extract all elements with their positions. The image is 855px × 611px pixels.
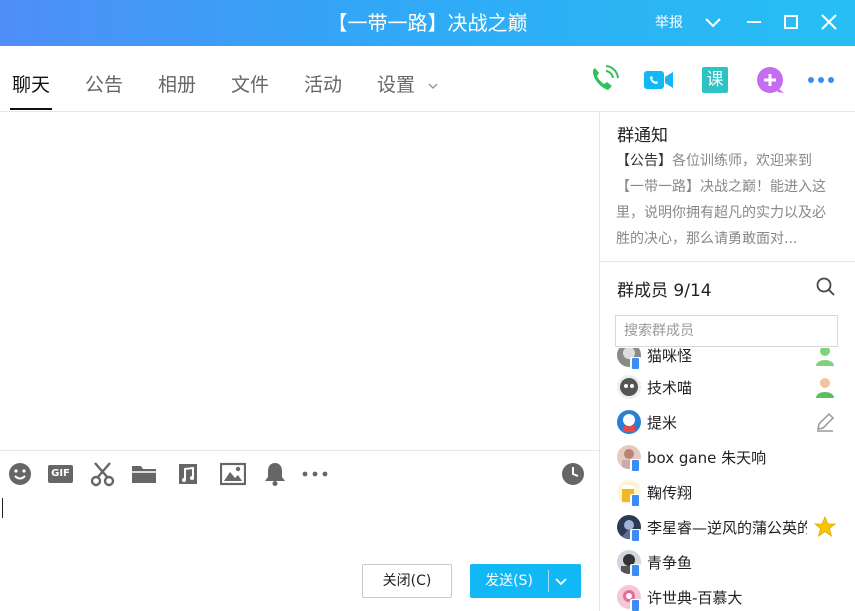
- group-members-title: 群成员 9/14: [617, 281, 712, 301]
- member-item[interactable]: 李星睿—逆风的蒲公英的: [600, 510, 855, 545]
- group-notice-title: 群通知: [617, 126, 668, 146]
- chevron-down-icon[interactable]: [554, 574, 568, 593]
- add-app-icon[interactable]: [755, 65, 789, 95]
- send-button-separator: [548, 570, 549, 592]
- message-input[interactable]: [2, 498, 3, 518]
- avatar: [617, 375, 641, 399]
- search-icon[interactable]: [815, 276, 837, 298]
- course-icon[interactable]: 课: [700, 65, 734, 95]
- image-icon[interactable]: [220, 461, 246, 487]
- member-name: 许世典-百慕大: [647, 589, 743, 607]
- member-name: 猫咪怪: [647, 348, 693, 365]
- member-item[interactable]: 提米: [600, 405, 855, 440]
- tab-bar: 聊天 公告 相册 文件 活动 设置 课: [0, 46, 855, 112]
- mobile-online-icon: [630, 357, 641, 371]
- video-call-icon[interactable]: [642, 65, 676, 95]
- send-button[interactable]: 发送(S): [470, 564, 581, 598]
- member-name: box gane 朱天响: [647, 449, 767, 467]
- screenshot-scissors-icon[interactable]: [90, 461, 116, 487]
- member-name: 李星睿—逆风的蒲公英的: [647, 519, 807, 537]
- tab-settings[interactable]: 设置: [377, 70, 439, 110]
- folder-icon[interactable]: [131, 461, 157, 487]
- chat-message-area[interactable]: [0, 112, 599, 450]
- music-icon[interactable]: [175, 461, 201, 487]
- avatar: [617, 410, 641, 434]
- course-icon-label: 课: [706, 70, 724, 90]
- send-button-label: 发送(S): [485, 573, 533, 589]
- member-name: 青争鱼: [647, 554, 693, 572]
- edit-pencil-icon[interactable]: [814, 411, 836, 433]
- member-list[interactable]: 猫咪怪 技术喵 提米 box gane 朱天响 鞠传翔 李星睿—逆风的蒲公英的 …: [600, 348, 855, 611]
- member-item[interactable]: 许世典-百慕大: [600, 580, 855, 611]
- phone-call-icon[interactable]: [587, 65, 621, 95]
- member-item[interactable]: 鞠传翔: [600, 475, 855, 510]
- close-icon[interactable]: [818, 11, 840, 33]
- member-search-input[interactable]: [615, 315, 838, 347]
- star-icon: [813, 515, 837, 538]
- tab-chat[interactable]: 聊天: [9, 70, 53, 110]
- member-name: 提米: [647, 414, 678, 432]
- tab-announcement[interactable]: 公告: [85, 70, 123, 110]
- mobile-online-icon: [630, 529, 641, 543]
- right-panel-divider: [600, 261, 855, 262]
- mobile-online-icon: [630, 459, 641, 473]
- mobile-online-icon: [630, 599, 641, 611]
- chevron-down-icon: [427, 75, 439, 97]
- member-name: 鞠传翔: [647, 484, 693, 502]
- history-clock-icon[interactable]: [561, 461, 587, 487]
- tab-files[interactable]: 文件: [231, 70, 269, 110]
- chevron-down-icon[interactable]: [702, 11, 724, 33]
- group-notice-text[interactable]: 【公告】各位训练师，欢迎来到【一带一路】决战之巅！能进入这里，说明你拥有超凡的实…: [616, 148, 838, 252]
- member-name: 技术喵: [647, 379, 693, 397]
- bell-icon[interactable]: [262, 461, 288, 487]
- mobile-online-icon: [630, 564, 641, 578]
- more-icon[interactable]: [806, 65, 840, 95]
- tab-album[interactable]: 相册: [158, 70, 196, 110]
- maximize-icon[interactable]: [780, 11, 802, 33]
- member-item[interactable]: box gane 朱天响: [600, 440, 855, 475]
- more-icon[interactable]: [302, 461, 328, 487]
- window-title: 【一带一路】决战之巅: [327, 11, 528, 35]
- gif-label: GIF: [51, 468, 70, 479]
- tab-settings-label: 设置: [377, 74, 416, 96]
- input-divider: [0, 450, 599, 451]
- title-bar: 【一带一路】决战之巅 举报: [0, 0, 855, 46]
- member-item[interactable]: 青争鱼: [600, 545, 855, 580]
- report-link[interactable]: 举报: [655, 12, 683, 32]
- gif-icon[interactable]: GIF: [47, 461, 75, 487]
- admin-person-icon: [814, 376, 836, 398]
- member-icon: [814, 348, 836, 366]
- member-item[interactable]: 技术喵: [600, 370, 855, 405]
- tab-activity[interactable]: 活动: [304, 70, 342, 110]
- notice-tag: 【公告】: [616, 153, 672, 169]
- mobile-online-icon: [630, 494, 641, 508]
- close-button[interactable]: 关闭(C): [362, 564, 452, 598]
- emoji-icon[interactable]: [8, 461, 34, 487]
- minimize-icon[interactable]: [743, 11, 765, 33]
